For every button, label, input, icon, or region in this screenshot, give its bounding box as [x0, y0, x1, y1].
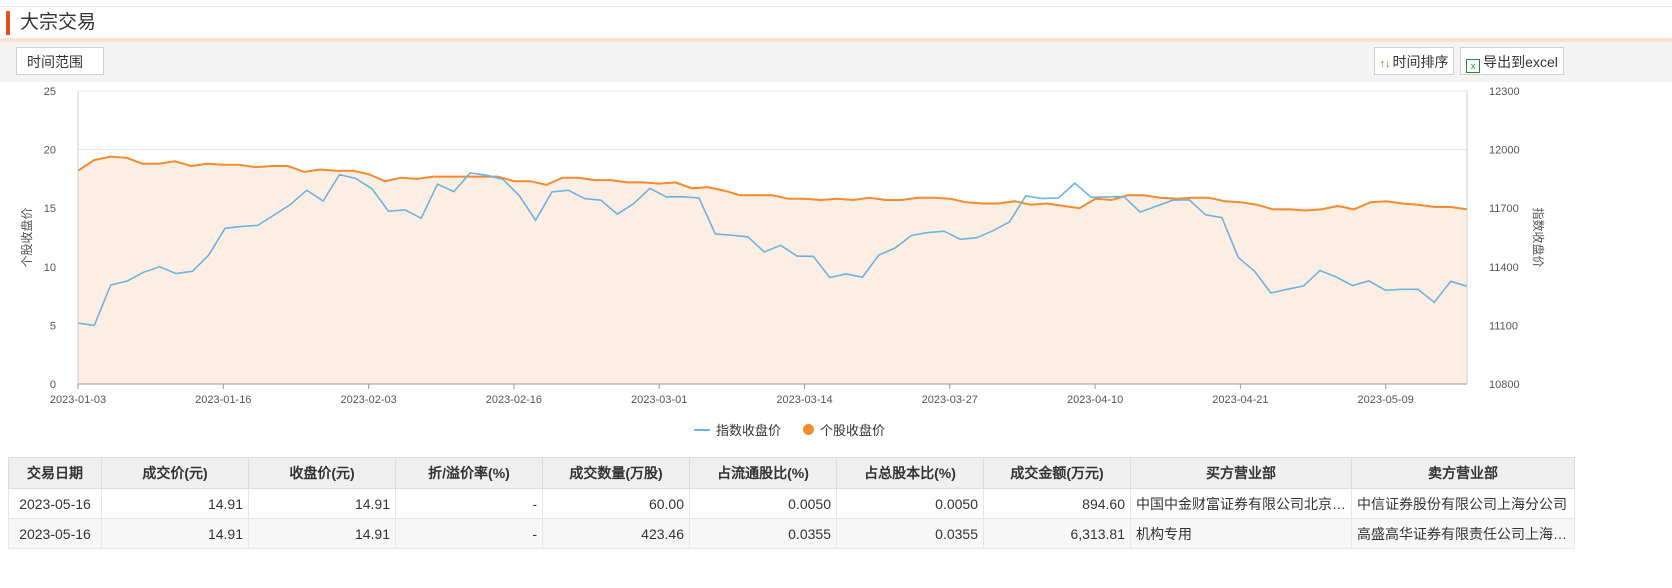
left-tick-label: 20: [44, 145, 56, 157]
block-trade-table: 交易日期 成交价(元) 收盘价(元) 折/溢价率(%) 成交数量(万股) 占流通…: [8, 457, 1575, 549]
table-row[interactable]: 2023-05-16 14.91 14.91 - 423.46 0.0355 0…: [8, 518, 1575, 549]
x-tick-label: 2023-04-21: [1212, 394, 1268, 406]
legend-label-index: 指数收盘价: [716, 423, 782, 438]
right-tick-label: 11700: [1489, 203, 1519, 215]
title-accent-bar: [6, 11, 10, 35]
table-row[interactable]: 2023-05-16 14.91 14.91 - 60.00 0.0050 0.…: [8, 488, 1575, 519]
table-header-row: 交易日期 成交价(元) 收盘价(元) 折/溢价率(%) 成交数量(万股) 占流通…: [8, 457, 1575, 489]
section-header: 大宗交易: [0, 6, 1672, 39]
time-range-label: 时间范围: [27, 54, 83, 70]
cell-float-ratio: 0.0355: [689, 518, 837, 549]
x-tick-label: 2023-02-03: [340, 394, 396, 406]
col-header[interactable]: 交易日期: [8, 457, 102, 489]
right-tick-label: 12300: [1489, 86, 1520, 98]
legend-item-index[interactable]: 指数收盘价: [694, 420, 781, 439]
left-tick-label: 25: [44, 86, 56, 98]
export-excel-button[interactable]: x 导出到excel: [1460, 47, 1564, 75]
cell-deal-price: 14.91: [101, 518, 249, 549]
col-header[interactable]: 折/溢价率(%): [395, 457, 543, 489]
cell-deal-price: 14.91: [101, 488, 249, 519]
legend-item-stock[interactable]: 个股收盘价: [803, 420, 885, 439]
x-tick-label: 2023-02-16: [486, 394, 542, 406]
price-chart: 0 5 10 15 20 25 10800 11100 11400 11700 12000 12300…: [19, 86, 1546, 406]
x-tick-label: 2023-03-27: [922, 394, 978, 406]
x-tick-label: 2023-01-03: [50, 394, 106, 406]
cell-buyer[interactable]: 机构专用: [1130, 518, 1352, 549]
chart-legend: 指数收盘价 个股收盘价: [694, 420, 885, 439]
left-tick-label: 5: [50, 320, 56, 332]
page-title: 大宗交易: [20, 12, 97, 33]
cell-amount: 894.60: [983, 488, 1131, 519]
cell-premium-rate: -: [395, 518, 543, 549]
legend-label-stock: 个股收盘价: [820, 423, 886, 438]
col-header[interactable]: 收盘价(元): [248, 457, 396, 489]
col-header[interactable]: 买方营业部: [1130, 457, 1352, 489]
legend-dot-icon: [803, 424, 815, 435]
cell-close-price: 14.91: [248, 488, 396, 519]
sort-arrows-icon: ↑↓: [1379, 58, 1391, 70]
cell-float-ratio: 0.0050: [689, 488, 837, 519]
cell-volume: 60.00: [542, 488, 690, 519]
x-tick-label: 2023-05-09: [1358, 394, 1414, 406]
cell-seller[interactable]: 中信证券股份有限公司上海分公司: [1351, 488, 1575, 519]
x-tick-label: 2023-04-10: [1067, 394, 1123, 406]
excel-icon: x: [1466, 59, 1481, 73]
col-header[interactable]: 成交数量(万股): [542, 457, 690, 489]
cell-close-price: 14.91: [248, 518, 396, 549]
cell-buyer[interactable]: 中国中金财富证券有限公司北京北三环中路证券营业部: [1130, 488, 1352, 519]
cell-total-ratio: 0.0050: [836, 488, 984, 519]
right-tick-label: 11100: [1489, 320, 1518, 332]
export-excel-label: 导出到excel: [1483, 54, 1558, 70]
left-tick-label: 10: [44, 262, 56, 274]
x-tick-label: 2023-01-16: [195, 394, 251, 406]
col-header[interactable]: 成交价(元): [101, 457, 249, 489]
right-tick-label: 12000: [1489, 145, 1520, 157]
right-axis-title: 指数收盘价: [1531, 207, 1546, 267]
col-header[interactable]: 成交金额(万元): [983, 457, 1131, 489]
col-header[interactable]: 占总股本比(%): [836, 457, 984, 489]
stock-area: [78, 156, 1467, 384]
left-axis-title: 个股收盘价: [19, 207, 34, 267]
right-tick-label: 11400: [1489, 262, 1519, 274]
x-tick-label: 2023-03-14: [776, 394, 832, 406]
cell-seller[interactable]: 高盛高华证券有限责任公司上海浦东新区世纪大道证券营业部: [1351, 518, 1575, 549]
cell-amount: 6,313.81: [983, 518, 1131, 549]
left-tick-label: 0: [50, 379, 56, 391]
cell-total-ratio: 0.0355: [836, 518, 984, 549]
cell-premium-rate: -: [395, 488, 543, 519]
col-header[interactable]: 占流通股比(%): [689, 457, 837, 489]
time-sort-label: 时间排序: [1392, 54, 1449, 70]
col-header[interactable]: 卖方营业部: [1351, 457, 1575, 489]
legend-line-icon: [694, 428, 710, 431]
left-tick-label: 15: [44, 203, 56, 215]
time-sort-button[interactable]: ↑↓ 时间排序: [1374, 47, 1454, 75]
right-tick-label: 10800: [1489, 379, 1520, 391]
cell-volume: 423.46: [542, 518, 690, 549]
cell-date: 2023-05-16: [8, 488, 102, 519]
time-range-button[interactable]: 时间范围: [16, 47, 104, 75]
x-tick-label: 2023-03-01: [631, 394, 687, 406]
cell-date: 2023-05-16: [8, 518, 102, 549]
